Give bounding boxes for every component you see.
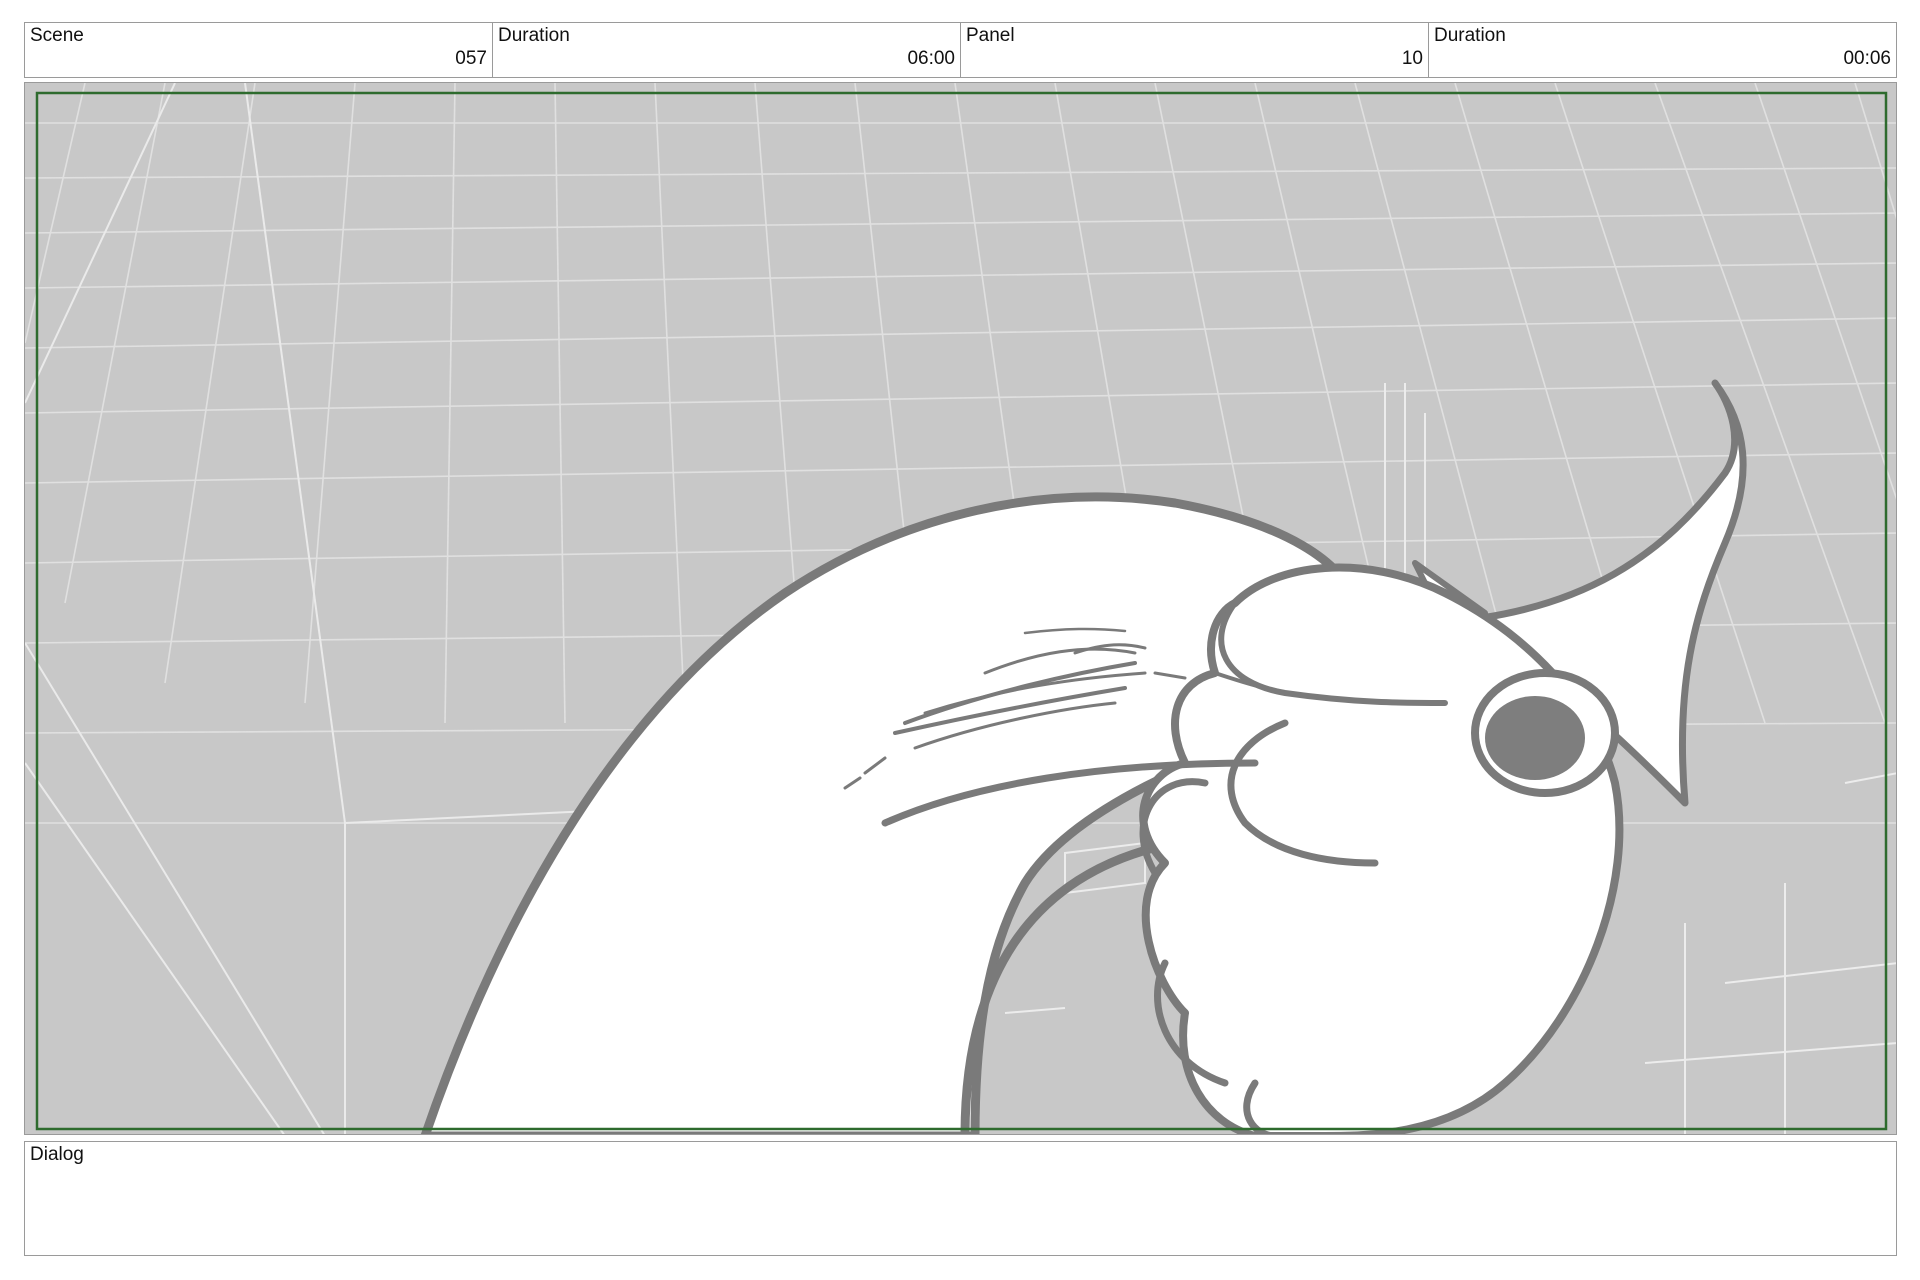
panel-duration-cell[interactable]: Duration 00:06 (1429, 23, 1896, 77)
scene-label: Scene (30, 25, 84, 46)
scene-cell[interactable]: Scene 057 (25, 23, 493, 77)
scene-duration-label: Duration (498, 25, 570, 46)
panel-cell[interactable]: Panel 10 (961, 23, 1429, 77)
panel-value[interactable]: 10 (1402, 48, 1423, 70)
scene-duration-value[interactable]: 06:00 (907, 48, 955, 70)
scene-value[interactable]: 057 (455, 48, 487, 70)
panel-info-header: Scene 057 Duration 06:00 Panel 10 Durati… (24, 22, 1897, 78)
panel-duration-label: Duration (1434, 25, 1506, 46)
storyboard-page: Scene 057 Duration 06:00 Panel 10 Durati… (0, 0, 1920, 1280)
panel-duration-value[interactable]: 00:06 (1843, 48, 1891, 70)
panel-image[interactable] (24, 82, 1897, 1135)
scene-duration-cell[interactable]: Duration 06:00 (493, 23, 961, 77)
dialog-label: Dialog (30, 1144, 84, 1165)
panel-label: Panel (966, 25, 1015, 46)
dialog-box[interactable]: Dialog (24, 1141, 1897, 1256)
